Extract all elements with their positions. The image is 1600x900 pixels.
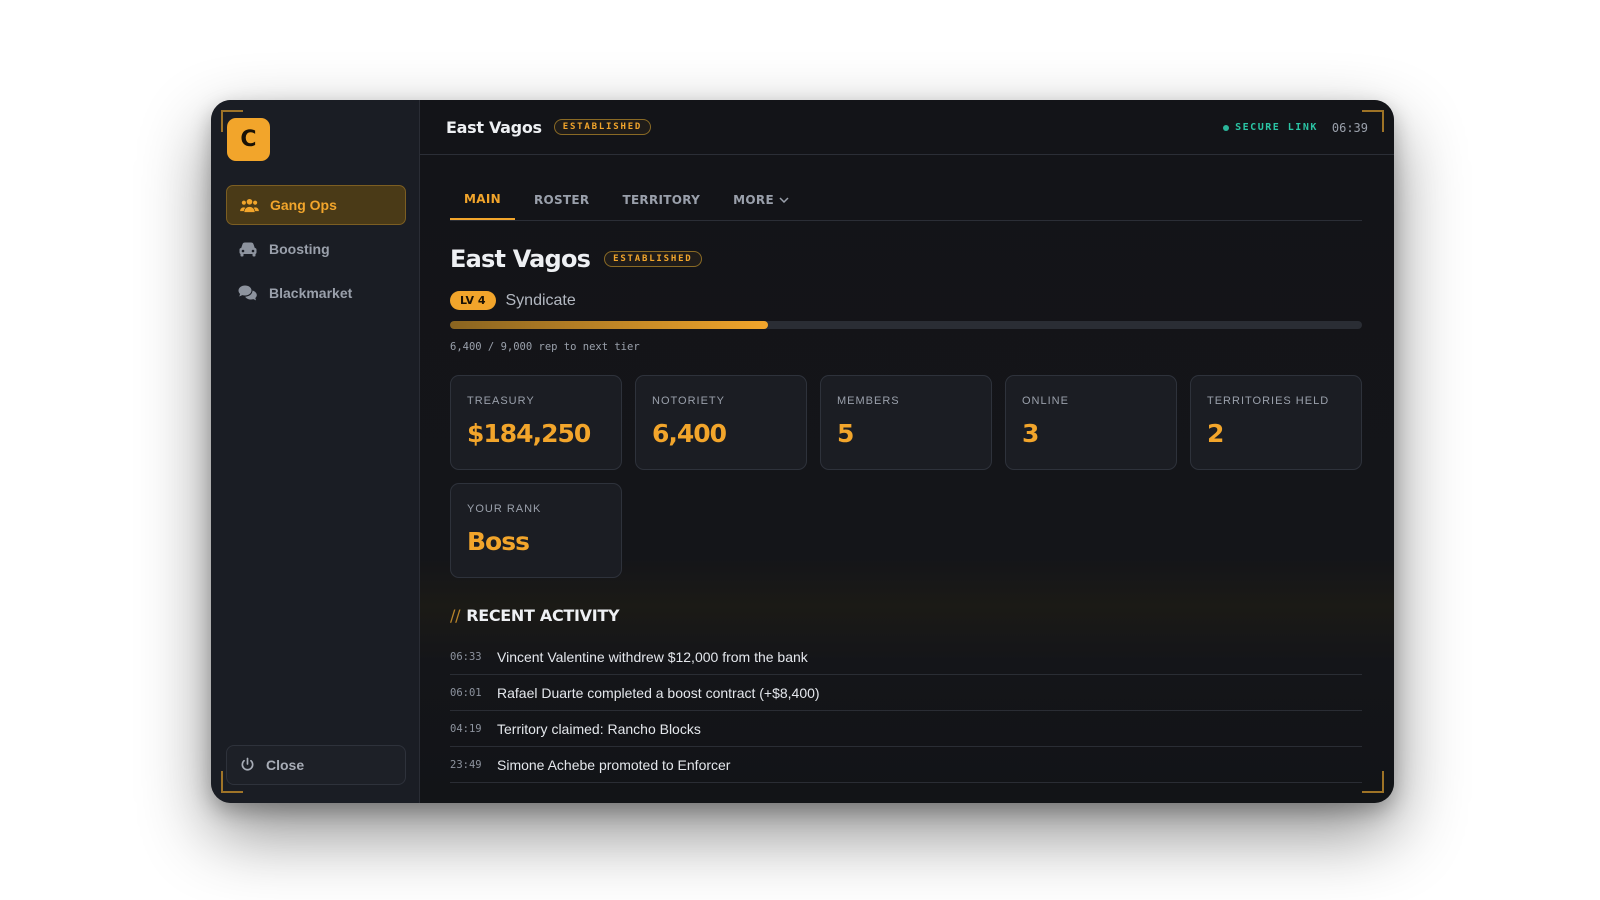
topbar: East Vagos ESTABLISHED SECURE LINK 06:39 <box>420 100 1394 155</box>
activity-text: Territory claimed: Rancho Blocks <box>497 720 701 737</box>
sidebar: C Gang Ops Boosting Blackmarket Close <box>211 100 420 803</box>
tab-main[interactable]: MAIN <box>450 180 515 220</box>
stats-grid: TREASURY $184,250 NOTORIETY 6,400 MEMBER… <box>450 375 1362 578</box>
tier-row: LV 4 Syndicate <box>450 291 1362 310</box>
stat-label: TERRITORIES HELD <box>1207 395 1330 407</box>
stat-value: 2 <box>1207 419 1224 448</box>
stat-label: NOTORIETY <box>652 395 725 407</box>
sidebar-item-gang-ops[interactable]: Gang Ops <box>226 185 406 225</box>
close-button[interactable]: Close <box>226 745 406 785</box>
corner-bracket <box>221 771 243 793</box>
heading-text: RECENT ACTIVITY <box>466 606 620 625</box>
stat-card-notoriety: NOTORIETY 6,400 <box>635 375 807 470</box>
stat-card-members: MEMBERS 5 <box>820 375 992 470</box>
main-content: MAIN ROSTER TERRITORY MORE East Vagos ES… <box>450 155 1362 783</box>
stat-value: $184,250 <box>467 419 591 448</box>
list-item: 23:49 Simone Achebe promoted to Enforcer <box>450 747 1362 783</box>
stat-value: 5 <box>837 419 854 448</box>
sidebar-item-boosting[interactable]: Boosting <box>226 229 406 269</box>
recent-activity-heading: // RECENT ACTIVITY <box>450 606 1362 625</box>
rep-progress-bar <box>450 321 1362 329</box>
sidebar-item-label: Boosting <box>269 241 330 257</box>
topbar-status: SECURE LINK 06:39 <box>1223 100 1368 155</box>
stat-value: 6,400 <box>652 419 727 448</box>
stat-card-treasury: TREASURY $184,250 <box>450 375 622 470</box>
stat-value: 3 <box>1022 419 1039 448</box>
rep-progress-text: 6,400 / 9,000 rep to next tier <box>450 341 640 353</box>
tab-roster[interactable]: ROSTER <box>520 180 604 220</box>
tab-bar: MAIN ROSTER TERRITORY MORE <box>450 155 1362 221</box>
secure-link-label: SECURE LINK <box>1235 122 1318 133</box>
corner-bracket <box>1362 771 1384 793</box>
chevron-down-icon <box>779 197 789 203</box>
activity-time: 06:01 <box>450 686 482 699</box>
tab-more-label: MORE <box>733 193 774 207</box>
list-item: 06:33 Vincent Valentine withdrew $12,000… <box>450 639 1362 675</box>
sidebar-item-label: Blackmarket <box>269 285 353 301</box>
stat-label: YOUR RANK <box>467 503 542 515</box>
level-pill: LV 4 <box>450 291 496 310</box>
stat-label: ONLINE <box>1022 395 1069 407</box>
activity-time: 04:19 <box>450 722 482 735</box>
sidebar-item-label: Gang Ops <box>270 197 337 213</box>
tier-name: Syndicate <box>505 291 576 309</box>
users-icon <box>239 195 259 215</box>
topbar-title: East Vagos <box>446 117 542 137</box>
gang-status-badge: ESTABLISHED <box>604 251 702 267</box>
list-item: 06:01 Rafael Duarte completed a boost co… <box>450 675 1362 711</box>
stat-card-rank: YOUR RANK Boss <box>450 483 622 578</box>
corner-bracket <box>1362 110 1384 132</box>
activity-time: 23:49 <box>450 758 482 771</box>
sidebar-nav: Gang Ops Boosting Blackmarket <box>226 185 406 317</box>
activity-list: 06:33 Vincent Valentine withdrew $12,000… <box>450 639 1362 783</box>
corner-bracket <box>221 110 243 132</box>
main-panel: East Vagos ESTABLISHED SECURE LINK 06:39… <box>420 100 1394 803</box>
tab-territory[interactable]: TERRITORY <box>608 180 714 220</box>
status-badge: ESTABLISHED <box>553 119 652 135</box>
chat-bubbles-icon <box>238 283 258 303</box>
close-label: Close <box>266 757 305 773</box>
secure-status-dot <box>1223 124 1230 131</box>
stat-label: TREASURY <box>467 395 535 407</box>
activity-time: 06:33 <box>450 650 482 663</box>
activity-text: Rafael Duarte completed a boost contract… <box>497 684 820 701</box>
list-item: 04:19 Territory claimed: Rancho Blocks <box>450 711 1362 747</box>
tab-more[interactable]: MORE <box>719 180 803 220</box>
gang-name: East Vagos <box>450 245 591 273</box>
sidebar-item-blackmarket[interactable]: Blackmarket <box>226 273 406 313</box>
gang-header: East Vagos ESTABLISHED <box>450 245 1362 273</box>
activity-text: Vincent Valentine withdrew $12,000 from … <box>497 648 808 665</box>
rep-progress-fill <box>450 321 768 329</box>
car-icon <box>238 239 258 259</box>
stat-value: Boss <box>467 527 530 556</box>
stat-card-online: ONLINE 3 <box>1005 375 1177 470</box>
activity-text: Simone Achebe promoted to Enforcer <box>497 756 731 773</box>
heading-slashes: // <box>450 606 461 625</box>
stat-label: MEMBERS <box>837 395 900 407</box>
stat-card-territories: TERRITORIES HELD 2 <box>1190 375 1362 470</box>
gang-ops-window: C Gang Ops Boosting Blackmarket Close Ea… <box>211 100 1394 803</box>
